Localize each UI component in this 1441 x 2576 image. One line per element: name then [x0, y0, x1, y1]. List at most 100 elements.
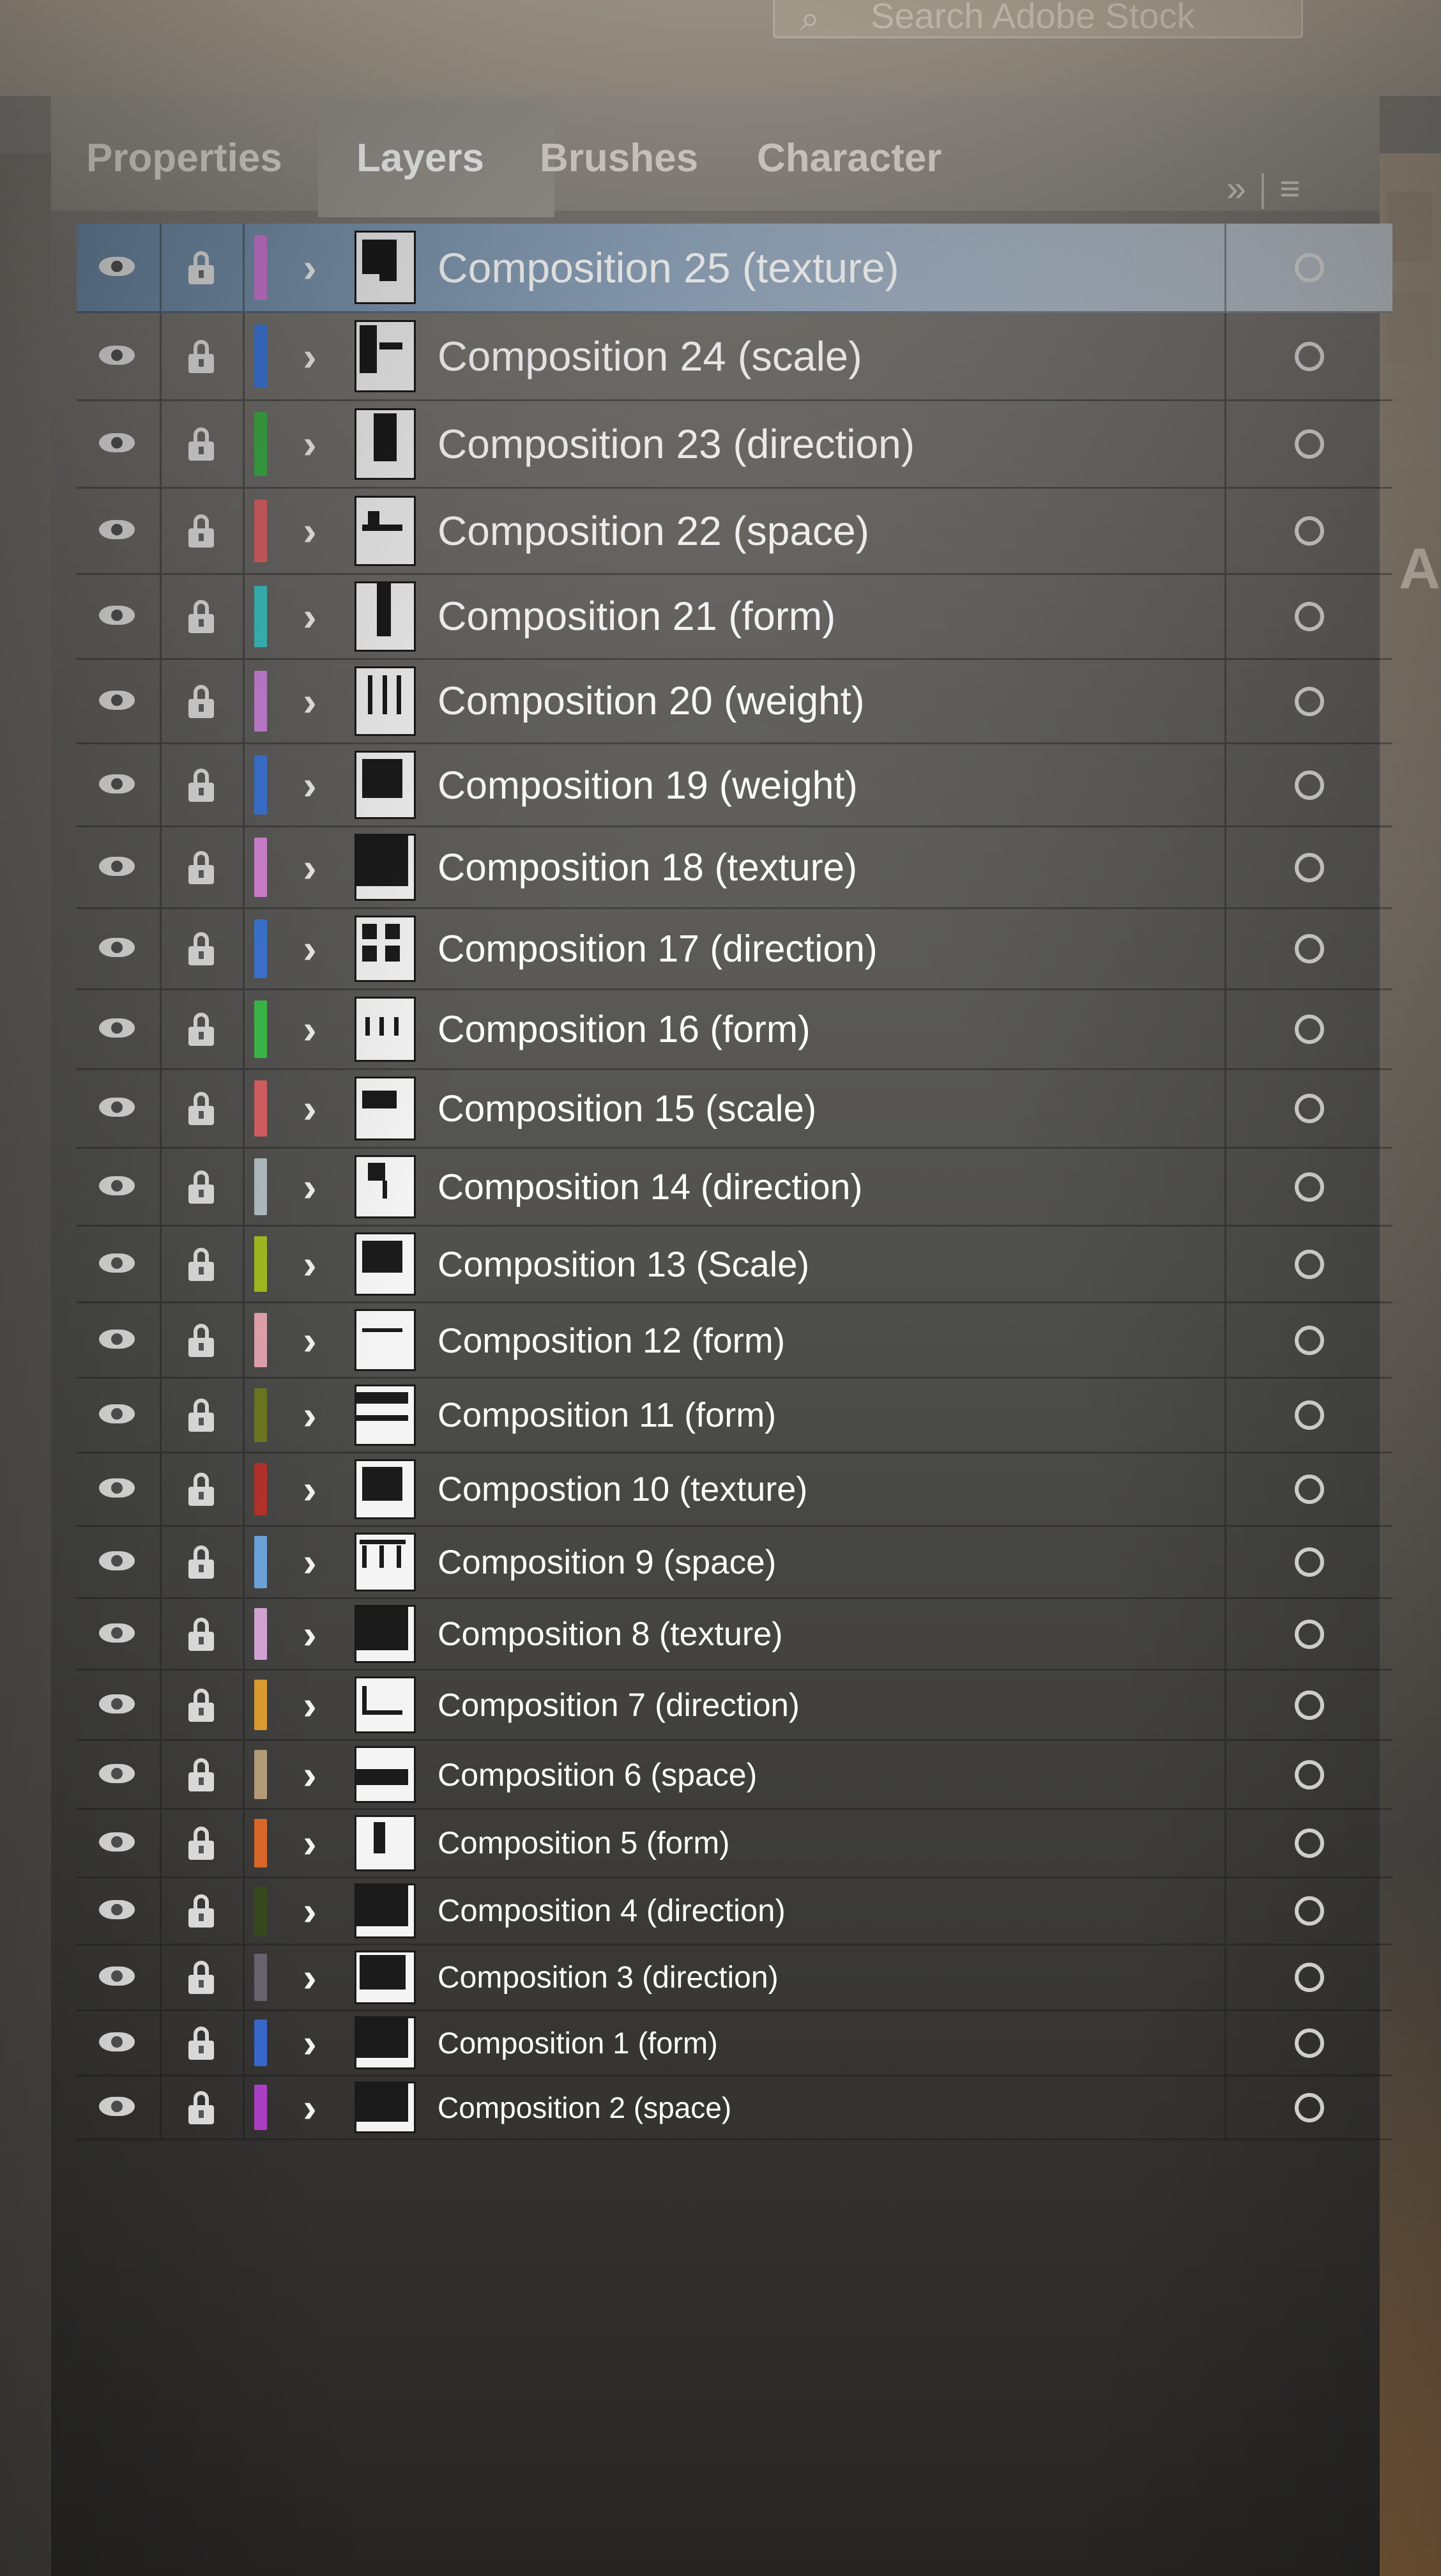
layer-name[interactable]: Composition 2 (space): [438, 2076, 1204, 2138]
expand-chevron-icon[interactable]: ›: [287, 827, 332, 907]
target-appearance[interactable]: [1224, 1527, 1392, 1597]
layer-row[interactable]: › Composition 11 (form): [77, 1379, 1392, 1453]
lock-toggle[interactable]: [160, 1810, 245, 1876]
expand-chevron-icon[interactable]: ›: [287, 401, 332, 487]
target-appearance[interactable]: [1224, 1878, 1392, 1943]
expand-chevron-icon[interactable]: ›: [287, 660, 332, 742]
layer-name[interactable]: Composition 17 (direction): [438, 909, 1204, 988]
target-appearance[interactable]: [1224, 1303, 1392, 1377]
layer-name[interactable]: Composition 5 (form): [438, 1810, 1204, 1876]
target-appearance[interactable]: [1224, 489, 1392, 573]
target-appearance[interactable]: [1224, 1599, 1392, 1669]
lock-toggle[interactable]: [160, 990, 245, 1068]
dock-button[interactable]: [1387, 294, 1432, 364]
target-appearance[interactable]: [1224, 1379, 1392, 1452]
expand-chevron-icon[interactable]: ›: [287, 1070, 332, 1147]
visibility-toggle[interactable]: [77, 1810, 162, 1876]
visibility-toggle[interactable]: [77, 575, 162, 658]
lock-toggle[interactable]: [160, 1453, 245, 1525]
target-appearance[interactable]: [1224, 313, 1392, 399]
visibility-toggle[interactable]: [77, 1070, 162, 1147]
layer-row[interactable]: › Composition 8 (texture): [77, 1599, 1392, 1671]
layer-row[interactable]: › Composition 3 (direction): [77, 1945, 1392, 2011]
visibility-toggle[interactable]: [77, 909, 162, 988]
lock-toggle[interactable]: [160, 909, 245, 988]
layer-name[interactable]: Compostion 10 (texture): [438, 1453, 1204, 1525]
visibility-toggle[interactable]: [77, 1599, 162, 1669]
layer-row[interactable]: › Composition 15 (scale): [77, 1070, 1392, 1149]
layer-name[interactable]: Composition 7 (direction): [438, 1671, 1204, 1739]
expand-chevron-icon[interactable]: ›: [287, 489, 332, 573]
layer-name[interactable]: Composition 3 (direction): [438, 1945, 1204, 2009]
expand-chevron-icon[interactable]: ›: [287, 1453, 332, 1525]
target-appearance[interactable]: [1224, 990, 1392, 1068]
layer-row[interactable]: › Composition 7 (direction): [77, 1671, 1392, 1741]
lock-toggle[interactable]: [160, 2011, 245, 2074]
visibility-toggle[interactable]: [77, 2011, 162, 2074]
target-appearance[interactable]: [1224, 909, 1392, 988]
layer-name[interactable]: Composition 11 (form): [438, 1379, 1204, 1452]
expand-chevron-icon[interactable]: ›: [287, 1878, 332, 1943]
layer-row[interactable]: › Composition 9 (space): [77, 1527, 1392, 1599]
expand-chevron-icon[interactable]: ›: [287, 1227, 332, 1301]
visibility-toggle[interactable]: [77, 744, 162, 825]
lock-toggle[interactable]: [160, 575, 245, 658]
lock-toggle[interactable]: [160, 224, 245, 311]
expand-chevron-icon[interactable]: ›: [287, 1379, 332, 1452]
visibility-toggle[interactable]: [77, 1149, 162, 1225]
target-appearance[interactable]: [1224, 1741, 1392, 1808]
visibility-toggle[interactable]: [77, 1379, 162, 1452]
layer-row[interactable]: › Composition 18 (texture): [77, 827, 1392, 909]
expand-chevron-icon[interactable]: ›: [287, 1945, 332, 2009]
expand-chevron-icon[interactable]: ›: [287, 1810, 332, 1876]
layer-row[interactable]: › Composition 17 (direction): [77, 909, 1392, 990]
layer-row[interactable]: › Compostion 10 (texture): [77, 1453, 1392, 1527]
visibility-toggle[interactable]: [77, 660, 162, 742]
lock-toggle[interactable]: [160, 744, 245, 825]
layer-row[interactable]: › Composition 20 (weight): [77, 660, 1392, 744]
layer-name[interactable]: Composition 4 (direction): [438, 1878, 1204, 1943]
expand-chevron-icon[interactable]: ›: [287, 575, 332, 658]
lock-toggle[interactable]: [160, 1227, 245, 1301]
lock-toggle[interactable]: [160, 1379, 245, 1452]
layer-name[interactable]: Composition 1 (form): [438, 2011, 1204, 2074]
target-appearance[interactable]: [1224, 827, 1392, 907]
lock-toggle[interactable]: [160, 1149, 245, 1225]
lock-toggle[interactable]: [160, 660, 245, 742]
visibility-toggle[interactable]: [77, 1878, 162, 1943]
layer-row[interactable]: › Composition 6 (space): [77, 1741, 1392, 1810]
lock-toggle[interactable]: [160, 1599, 245, 1669]
layer-name[interactable]: Composition 24 (scale): [438, 313, 1204, 399]
layer-row[interactable]: › Composition 23 (direction): [77, 401, 1392, 489]
layer-name[interactable]: Composition 22 (space): [438, 489, 1204, 573]
tab-brushes[interactable]: Brushes: [540, 135, 698, 181]
expand-chevron-icon[interactable]: ›: [287, 909, 332, 988]
lock-toggle[interactable]: [160, 401, 245, 487]
visibility-toggle[interactable]: [77, 2076, 162, 2138]
visibility-toggle[interactable]: [77, 1527, 162, 1597]
lock-toggle[interactable]: [160, 1527, 245, 1597]
dock-button[interactable]: [1387, 192, 1432, 262]
lock-toggle[interactable]: [160, 1671, 245, 1739]
layer-row[interactable]: › Composition 1 (form): [77, 2011, 1392, 2076]
character-dock-icon[interactable]: A: [1399, 537, 1440, 602]
target-appearance[interactable]: [1224, 1945, 1392, 2009]
visibility-toggle[interactable]: [77, 401, 162, 487]
expand-chevron-icon[interactable]: ›: [287, 1741, 332, 1808]
visibility-toggle[interactable]: [77, 1303, 162, 1377]
target-appearance[interactable]: [1224, 575, 1392, 658]
layer-row[interactable]: › Composition 14 (direction): [77, 1149, 1392, 1227]
layer-name[interactable]: Composition 20 (weight): [438, 660, 1204, 742]
lock-toggle[interactable]: [160, 827, 245, 907]
visibility-toggle[interactable]: [77, 1453, 162, 1525]
layer-row[interactable]: › Composition 13 (Scale): [77, 1227, 1392, 1303]
target-appearance[interactable]: [1224, 401, 1392, 487]
visibility-toggle[interactable]: [77, 1945, 162, 2009]
layer-row[interactable]: › Composition 21 (form): [77, 575, 1392, 660]
lock-toggle[interactable]: [160, 489, 245, 573]
target-appearance[interactable]: [1224, 660, 1392, 742]
visibility-toggle[interactable]: [77, 224, 162, 311]
lock-toggle[interactable]: [160, 1741, 245, 1808]
layer-name[interactable]: Composition 12 (form): [438, 1303, 1204, 1377]
layer-name[interactable]: Composition 21 (form): [438, 575, 1204, 658]
